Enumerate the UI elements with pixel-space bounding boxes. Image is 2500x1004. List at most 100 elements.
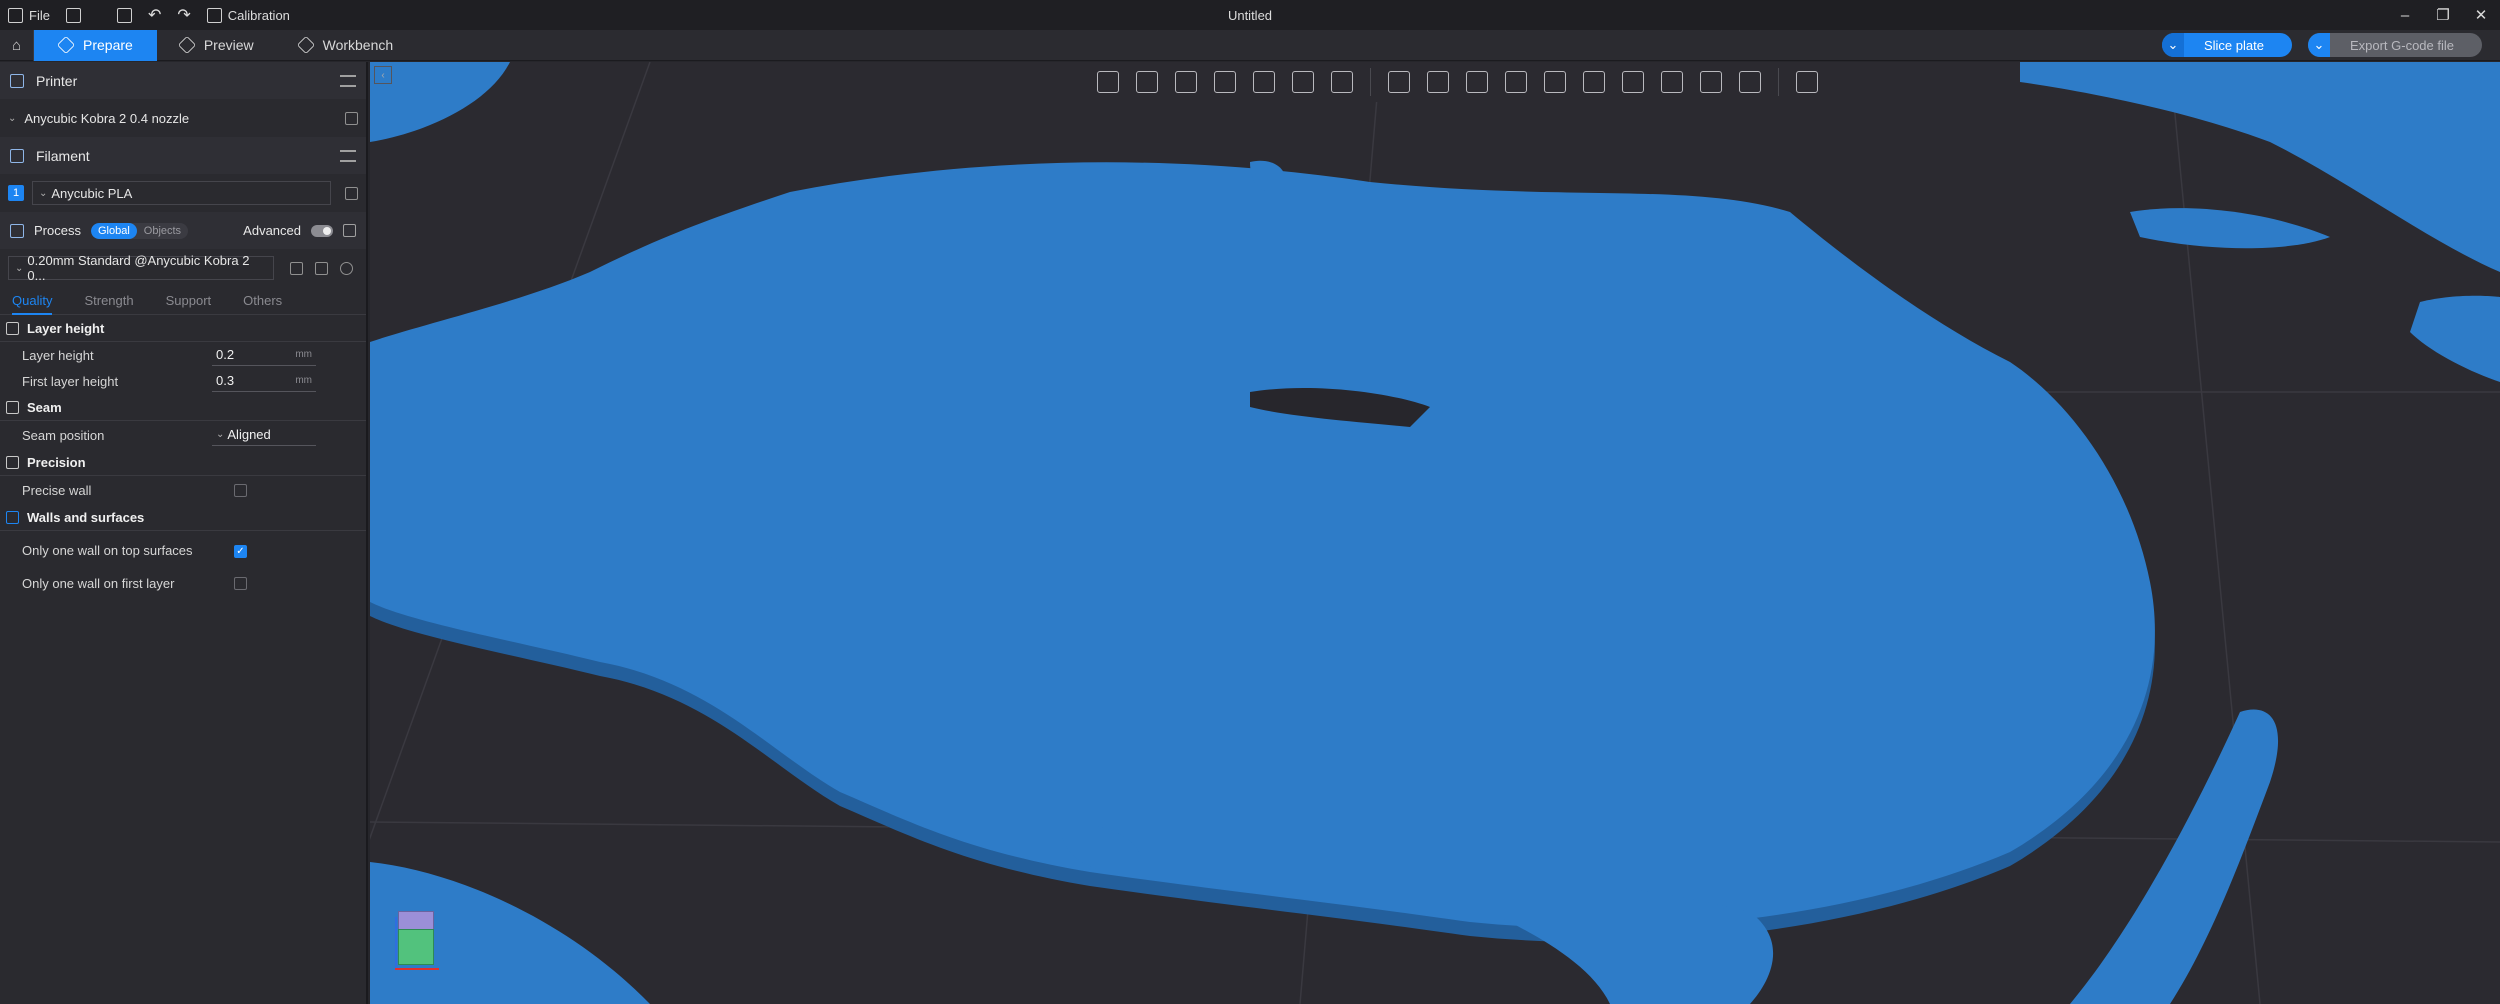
text-tool[interactable]	[1694, 65, 1728, 99]
axis-z-icon	[395, 917, 397, 969]
chevron-down-icon[interactable]: ⌄	[2161, 33, 2184, 57]
continent-model	[370, 62, 2500, 1004]
home-button[interactable]: ⌂	[0, 29, 34, 61]
group-seam-label: Seam	[27, 399, 62, 415]
printer-settings-icon[interactable]	[340, 74, 356, 87]
one-wall-first-checkbox[interactable]	[234, 576, 247, 590]
save-preset-icon[interactable]	[290, 261, 303, 275]
scale-tool[interactable]	[1460, 65, 1494, 99]
lay-on-face-tool[interactable]	[1499, 65, 1533, 99]
orient-tool[interactable]	[1169, 65, 1203, 99]
process-value: 0.20mm Standard @Anycubic Kobra 2 0...	[27, 253, 250, 283]
restore-icon[interactable]: ❐	[2424, 6, 2462, 24]
filament-select[interactable]: ⌄ Anycubic PLA	[32, 181, 331, 205]
layer-height-input[interactable]: 0.2 mm	[212, 345, 316, 366]
undo-button[interactable]: ↶	[140, 0, 169, 30]
cube-icon	[56, 35, 76, 55]
text-icon	[1700, 71, 1722, 93]
file-menu[interactable]: File	[0, 0, 58, 30]
minimize-icon[interactable]: –	[2386, 7, 2424, 24]
option-first-layer-height: First layer height 0.3 mm	[0, 368, 366, 394]
tab-workbench[interactable]: Workbench	[276, 30, 416, 61]
compare-icon[interactable]	[343, 224, 356, 237]
process-select[interactable]: ⌄ 0.20mm Standard @Anycubic Kobra 2 0...	[8, 253, 274, 283]
menu-button[interactable]	[58, 0, 89, 30]
calibration-menu[interactable]: Calibration	[199, 0, 298, 30]
view-toolbar	[1085, 62, 1830, 102]
advanced-toggle[interactable]	[311, 224, 333, 237]
save-button[interactable]	[109, 0, 140, 30]
rotate-icon	[1427, 71, 1449, 93]
global-option[interactable]: Global	[90, 222, 137, 239]
group-precision: Precision	[0, 449, 366, 476]
global-objects-switch[interactable]: Global Objects	[90, 222, 189, 239]
group-layer-height: Layer height	[0, 315, 366, 342]
delete-preset-icon[interactable]	[315, 261, 328, 275]
option-precise-wall: Precise wall	[0, 476, 366, 504]
add-plate-tool[interactable]	[1130, 65, 1164, 99]
support-paint-tool[interactable]	[1616, 65, 1650, 99]
process-header-label: Process	[34, 223, 81, 238]
seam-position-value: Aligned	[227, 427, 271, 442]
collapse-sidebar-button[interactable]: ‹	[374, 66, 392, 84]
add-object-tool[interactable]	[1091, 65, 1125, 99]
settings-sidebar: Printer ⌄ Anycubic Kobra 2 0.4 nozzle Fi…	[0, 62, 368, 1004]
objects-option[interactable]: Objects	[137, 223, 188, 239]
edit-icon[interactable]	[345, 186, 358, 200]
slice-plate-label: Slice plate	[2203, 37, 2264, 53]
seam-paint-tool[interactable]	[1655, 65, 1689, 99]
tab-others[interactable]: Others	[243, 293, 282, 314]
toolbar-divider	[1778, 68, 1779, 96]
move-tool[interactable]	[1382, 65, 1416, 99]
close-icon[interactable]: ✕	[2462, 6, 2500, 24]
assembly-view-tool[interactable]	[1790, 65, 1824, 99]
one-wall-first-label: Only one wall on first layer	[22, 575, 175, 591]
tab-prepare[interactable]: Prepare	[34, 29, 157, 61]
slice-plate-button[interactable]: ⌄ Slice plate	[2161, 33, 2292, 57]
printer-select[interactable]: ⌄ Anycubic Kobra 2 0.4 nozzle	[0, 99, 366, 137]
orient-icon	[1175, 71, 1197, 93]
filament-section-header: Filament	[0, 137, 366, 174]
export-gcode-button[interactable]: ⌄ Export G-code file	[2307, 33, 2482, 57]
tab-support[interactable]: Support	[166, 293, 212, 314]
scale-icon	[1466, 71, 1488, 93]
seam-paint-icon	[1661, 71, 1683, 93]
group-seam: Seam	[0, 394, 366, 421]
chevron-down-icon[interactable]: ⌄	[2307, 33, 2330, 57]
measure-icon	[1739, 71, 1761, 93]
rotate-tool[interactable]	[1421, 65, 1455, 99]
filament-header-label: Filament	[36, 147, 90, 164]
3d-viewport[interactable]: ‹	[370, 62, 2500, 1004]
option-one-wall-first: Only one wall on first layer	[0, 571, 366, 595]
undo-icon: ↶	[147, 7, 162, 24]
precision-icon	[6, 455, 19, 469]
export-gcode-label: Export G-code file	[2349, 37, 2454, 53]
filament-icon	[10, 148, 24, 163]
orientation-cube[interactable]	[392, 907, 442, 977]
arrange-tool[interactable]	[1208, 65, 1242, 99]
split-parts-tool[interactable]	[1286, 65, 1320, 99]
precise-wall-checkbox[interactable]	[234, 483, 247, 497]
measure-tool[interactable]	[1733, 65, 1767, 99]
search-icon[interactable]	[340, 261, 353, 275]
cube-icon	[1097, 71, 1119, 93]
mesh-boolean-tool[interactable]	[1577, 65, 1611, 99]
filament-index-badge[interactable]: 1	[8, 185, 24, 201]
split-objects-tool[interactable]	[1247, 65, 1281, 99]
cut-tool[interactable]	[1538, 65, 1572, 99]
tab-strength[interactable]: Strength	[84, 293, 133, 314]
seam-position-select[interactable]: ⌄ Aligned	[212, 425, 316, 446]
group-layer-height-label: Layer height	[27, 320, 105, 336]
process-section-header: Process Global Objects Advanced	[0, 212, 366, 249]
filament-settings-icon[interactable]	[340, 149, 356, 162]
redo-button[interactable]: ↷	[169, 0, 198, 30]
edit-icon[interactable]	[345, 111, 358, 125]
layers-tool[interactable]	[1325, 65, 1359, 99]
option-seam-position: Seam position ⌄ Aligned	[0, 421, 366, 449]
first-layer-height-input[interactable]: 0.3 mm	[212, 371, 316, 392]
cube-front-face	[398, 929, 434, 965]
one-wall-top-checkbox[interactable]: ✓	[234, 544, 247, 558]
split-icon	[1253, 71, 1275, 93]
tab-quality[interactable]: Quality	[12, 293, 53, 315]
tab-preview[interactable]: Preview	[157, 30, 276, 61]
